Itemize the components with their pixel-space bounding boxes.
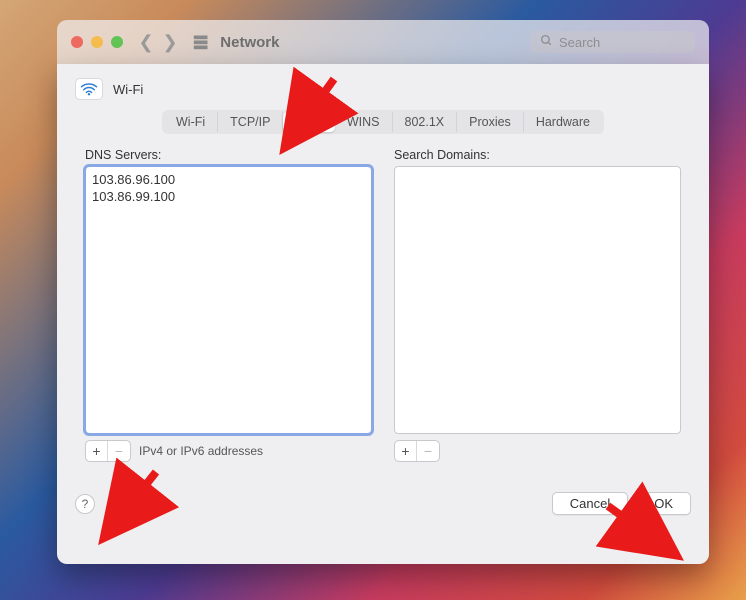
tab-dns[interactable]: DNS xyxy=(283,112,334,132)
sheet-header: Wi-Fi xyxy=(75,78,691,100)
tab-hardware[interactable]: Hardware xyxy=(524,112,602,132)
minimize-window-button[interactable] xyxy=(91,36,103,48)
dns-servers-list[interactable]: 103.86.96.100103.86.99.100 xyxy=(85,166,372,434)
domains-remove-button[interactable]: − xyxy=(417,441,439,461)
zoom-window-button[interactable] xyxy=(111,36,123,48)
nav-buttons: ❮ ❯ xyxy=(137,32,179,53)
interface-name: Wi-Fi xyxy=(113,82,143,97)
close-window-button[interactable] xyxy=(71,36,83,48)
search-placeholder: Search xyxy=(559,35,600,50)
window-toolbar: ❮ ❯ ▪▪▪▪▪▪▪▪▪▪▪▪ Network Search xyxy=(57,20,709,64)
search-icon xyxy=(540,34,553,50)
dns-hint: IPv4 or IPv6 addresses xyxy=(139,444,263,458)
tab-wins[interactable]: WINS xyxy=(335,112,393,132)
tab-wi-fi[interactable]: Wi-Fi xyxy=(164,112,218,132)
forward-button[interactable]: ❯ xyxy=(161,32,179,53)
dns-servers-label: DNS Servers: xyxy=(85,148,372,162)
domains-add-button[interactable]: + xyxy=(395,441,417,461)
help-button[interactable]: ? xyxy=(75,494,95,514)
window-controls xyxy=(71,36,123,48)
dns-add-remove: + − xyxy=(85,440,131,462)
window-title: Network xyxy=(220,34,279,51)
search-domains-label: Search Domains: xyxy=(394,148,681,162)
search-domains-list[interactable] xyxy=(394,166,681,434)
dns-add-button[interactable]: + xyxy=(86,441,108,461)
ok-button[interactable]: OK xyxy=(636,492,691,515)
tab-proxies[interactable]: Proxies xyxy=(457,112,524,132)
dns-server-row[interactable]: 103.86.96.100 xyxy=(92,171,365,188)
domains-add-remove: + − xyxy=(394,440,440,462)
settings-sheet: Wi-Fi Wi-FiTCP/IPDNSWINS802.1XProxiesHar… xyxy=(57,64,709,564)
tab-bar: Wi-FiTCP/IPDNSWINS802.1XProxiesHardware xyxy=(75,110,691,134)
wifi-icon xyxy=(75,78,103,100)
back-button[interactable]: ❮ xyxy=(137,32,155,53)
dns-remove-button[interactable]: − xyxy=(108,441,130,461)
tab-802-1x[interactable]: 802.1X xyxy=(393,112,458,132)
tab-tcp-ip[interactable]: TCP/IP xyxy=(218,112,283,132)
search-field[interactable]: Search xyxy=(530,31,695,53)
cancel-button[interactable]: Cancel xyxy=(552,492,628,515)
show-all-icon[interactable]: ▪▪▪▪▪▪▪▪▪▪▪▪ xyxy=(193,35,206,50)
dns-server-row[interactable]: 103.86.99.100 xyxy=(92,188,365,205)
